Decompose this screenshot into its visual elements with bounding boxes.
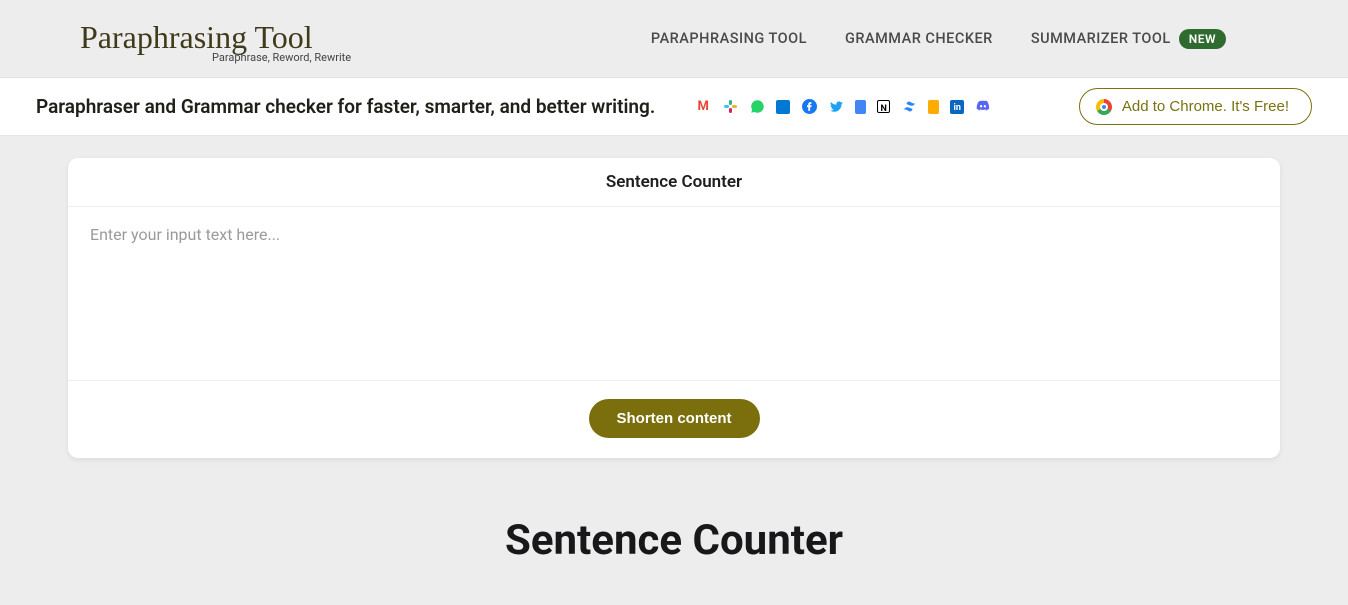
discord-icon bbox=[975, 99, 991, 115]
sub-header: Paraphraser and Grammar checker for fast… bbox=[0, 78, 1348, 136]
whatsapp-icon bbox=[749, 99, 765, 115]
nav-grammar-checker[interactable]: GRAMMAR CHECKER bbox=[845, 30, 993, 47]
nav-paraphrasing-tool[interactable]: PARAPHRASING TOOL bbox=[651, 30, 807, 47]
top-nav: Paraphrasing Tool Paraphrase, Reword, Re… bbox=[0, 0, 1348, 78]
tool-card: Sentence Counter Shorten content bbox=[68, 158, 1280, 458]
linkedin-icon: in bbox=[950, 100, 964, 114]
add-to-chrome-label: Add to Chrome. It's Free! bbox=[1122, 98, 1289, 115]
card-title: Sentence Counter bbox=[68, 158, 1280, 207]
gmail-icon: M bbox=[695, 99, 711, 115]
page-heading: Sentence Counter bbox=[68, 516, 1280, 565]
text-input[interactable] bbox=[68, 207, 1280, 381]
notion-icon: N bbox=[877, 100, 890, 113]
badge-new: NEW bbox=[1179, 29, 1226, 49]
integrations-icons: M N in bbox=[695, 99, 991, 115]
confluence-icon bbox=[901, 99, 917, 115]
nav-summarizer-tool[interactable]: SUMMARIZER TOOL bbox=[1031, 30, 1171, 47]
jira-icon bbox=[928, 100, 939, 114]
sub-header-text: Paraphraser and Grammar checker for fast… bbox=[36, 95, 655, 118]
google-docs-icon bbox=[855, 100, 866, 114]
outlook-icon bbox=[776, 100, 790, 114]
main-nav: PARAPHRASING TOOL GRAMMAR CHECKER SUMMAR… bbox=[651, 29, 1316, 49]
slack-icon bbox=[722, 99, 738, 115]
chrome-icon bbox=[1096, 99, 1112, 115]
add-to-chrome-button[interactable]: Add to Chrome. It's Free! bbox=[1079, 88, 1312, 125]
facebook-icon bbox=[801, 99, 817, 115]
logo[interactable]: Paraphrasing Tool Paraphrase, Reword, Re… bbox=[0, 13, 351, 64]
shorten-content-button[interactable]: Shorten content bbox=[589, 399, 760, 438]
logo-title: Paraphrasing Tool bbox=[80, 21, 351, 53]
twitter-icon bbox=[828, 99, 844, 115]
